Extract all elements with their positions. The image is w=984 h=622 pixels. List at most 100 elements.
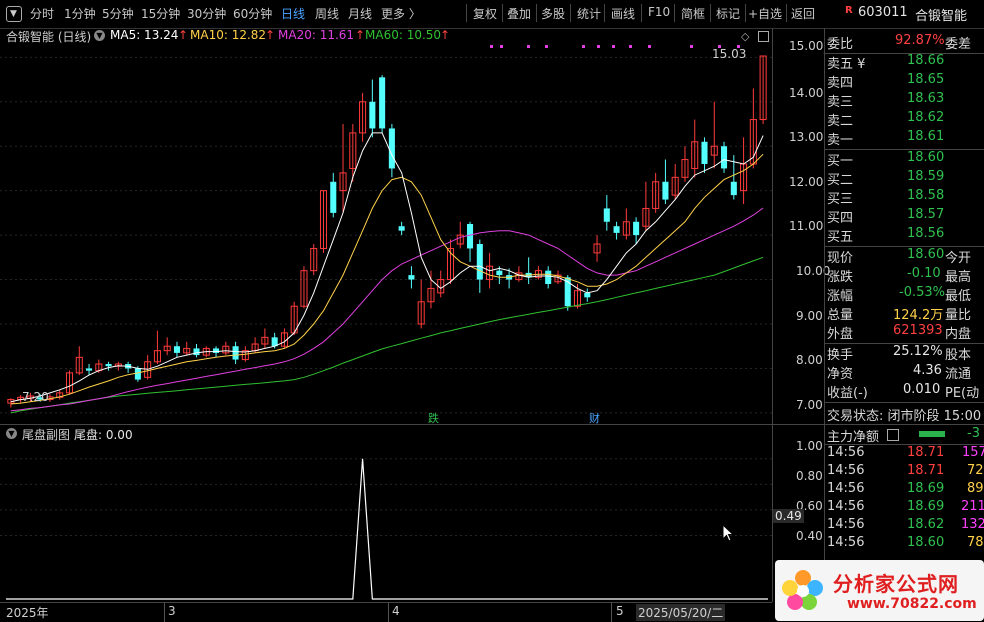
tick-time: 14:56 [827, 499, 865, 514]
tick-row: 14:56 18.69 89 [827, 481, 984, 499]
ask-row[interactable]: 卖二 18.62 [827, 110, 984, 129]
arrow-up-icon: ↑ [355, 28, 366, 42]
tick-price: 18.71 [907, 463, 945, 478]
tail-spike-line [6, 458, 768, 600]
tool-button-5[interactable]: F10 [648, 5, 670, 19]
toolbar-divider [604, 4, 605, 22]
tool-button-4[interactable]: 画线 [611, 5, 635, 22]
candle-body [476, 244, 483, 280]
panel-divider [825, 402, 984, 403]
bid-row[interactable]: 买二 18.59 [827, 169, 984, 188]
period-tab-3[interactable]: 15分钟 [141, 5, 180, 22]
ask-row[interactable]: 卖五 ¥ 18.66 [827, 53, 984, 72]
period-tab-4[interactable]: 30分钟 [187, 5, 226, 22]
quote-value: 18.60 [907, 247, 945, 262]
stock-name: 合锻智能 [915, 9, 968, 24]
flower-logo [782, 570, 823, 610]
tick-price: 18.62 [907, 517, 945, 532]
list-icon[interactable] [887, 429, 899, 441]
period-tab-1[interactable]: 1分钟 [64, 5, 96, 22]
bid-row[interactable]: 买一 18.60 [827, 150, 984, 169]
tool-button-1[interactable]: 叠加 [507, 5, 531, 22]
signal-dot [690, 45, 693, 48]
tool-button-7[interactable]: 标记 [716, 5, 740, 22]
panel-divider [0, 424, 824, 425]
quote-row: 外盘 621393 内盘 [827, 323, 984, 342]
period-tab-7[interactable]: 周线 [315, 5, 339, 22]
ma60-label: MA60: 10.50 [365, 28, 442, 42]
ma60-line [10, 256, 764, 414]
quote-value: 4.36 [913, 363, 942, 378]
quote-label: 涨跌 [827, 270, 854, 285]
signal-dot [629, 45, 632, 48]
quote-extra: 最高 [945, 270, 972, 285]
ma5-line [10, 132, 764, 403]
price-chart[interactable] [0, 44, 772, 424]
quote-row: 净资 4.36 流通 [827, 363, 984, 382]
capital-flow-row[interactable]: 主力净额 -3 [827, 426, 984, 445]
tick-volume: 157 [962, 445, 984, 460]
period-tab-6[interactable]: 日线 [281, 5, 305, 22]
tick-volume: 211 [961, 499, 984, 514]
tool-button-0[interactable]: 复权 [473, 5, 497, 22]
quote-extra: 股本 [945, 348, 972, 363]
chart-title: 合锻智能 (日线) [6, 30, 92, 44]
chevron-down-icon[interactable]: ▼ [94, 30, 105, 41]
signal-dot [500, 45, 503, 48]
capital-flow-title: 主力净额 [827, 430, 880, 445]
tool-button-6[interactable]: 简框 [681, 5, 705, 22]
tool-button-3[interactable]: 统计 [577, 5, 601, 22]
ask-row[interactable]: 卖四 18.65 [827, 72, 984, 91]
quote-row: 涨跌 -0.10 最高 [827, 266, 984, 285]
quote-extra: 内盘 [945, 327, 972, 342]
tick-volume: 132 [961, 517, 984, 532]
tool-button-9[interactable]: 返回 [791, 5, 815, 22]
signal-dot [597, 45, 600, 48]
ask-row[interactable]: 卖三 18.63 [827, 91, 984, 110]
tick-time: 14:56 [827, 445, 865, 460]
bid-price: 18.59 [907, 169, 945, 184]
bid-price: 18.57 [907, 207, 945, 222]
signal-dot [648, 45, 651, 48]
period-tab-9[interactable]: 更多 〉 [381, 5, 421, 22]
period-tab-5[interactable]: 60分钟 [233, 5, 272, 22]
candle-body [584, 292, 591, 298]
quote-extra: PE(动 [945, 386, 980, 401]
toolbar-divider [674, 4, 675, 22]
quote-row: 涨幅 -0.53% 最低 [827, 285, 984, 304]
top-toolbar: ▼ 分时 1分钟 5分钟 15分钟 30分钟 60分钟 日线 周线 月线 更多 … [0, 0, 984, 29]
watermark-url: www.70822.com [847, 596, 977, 612]
tick-time: 14:56 [827, 463, 865, 478]
ma20-line [10, 207, 764, 412]
tick-row: 14:56 18.69 211 [827, 499, 984, 517]
bid-label: 买五 [827, 230, 854, 245]
ma-legend: 合锻智能 (日线) ▼ MA5: 13.24 ↑ MA10: 12.82 ↑ M… [0, 28, 772, 44]
quote-extra: 今开 [945, 251, 972, 266]
bid-row[interactable]: 买三 18.58 [827, 188, 984, 207]
weibi-row: 委比 92.87% 委差 [827, 33, 984, 52]
bid-label: 买三 [827, 192, 854, 207]
tick-row: 14:56 18.62 132 [827, 517, 984, 535]
ask-row[interactable]: 卖一 18.61 [827, 129, 984, 148]
period-tab-8[interactable]: 月线 [348, 5, 372, 22]
bid-price: 18.56 [907, 226, 945, 241]
candle-body [369, 101, 376, 129]
tool-button-8[interactable]: +自选 [748, 5, 782, 22]
bid-row[interactable]: 买五 18.56 [827, 226, 984, 245]
capital-flow-value: -3 [967, 426, 980, 441]
ma20-label: MA20: 11.61 [278, 28, 355, 42]
weibi-label: 委比 [827, 37, 854, 52]
period-tab-0[interactable]: 分时 [30, 5, 54, 22]
period-tab-2[interactable]: 5分钟 [102, 5, 134, 22]
diamond-icon[interactable]: ◇ [741, 30, 749, 43]
sub-chart[interactable] [0, 426, 772, 601]
quote-value: 621393 [893, 323, 943, 338]
window-icon[interactable] [758, 31, 769, 42]
quote-extra: 最低 [945, 289, 972, 304]
candle-body [701, 141, 708, 164]
signal-dot [527, 45, 530, 48]
candle-body [379, 77, 386, 129]
tool-button-2[interactable]: 多股 [541, 5, 565, 22]
time-label: 5 [616, 604, 624, 618]
bid-row[interactable]: 买四 18.57 [827, 207, 984, 226]
